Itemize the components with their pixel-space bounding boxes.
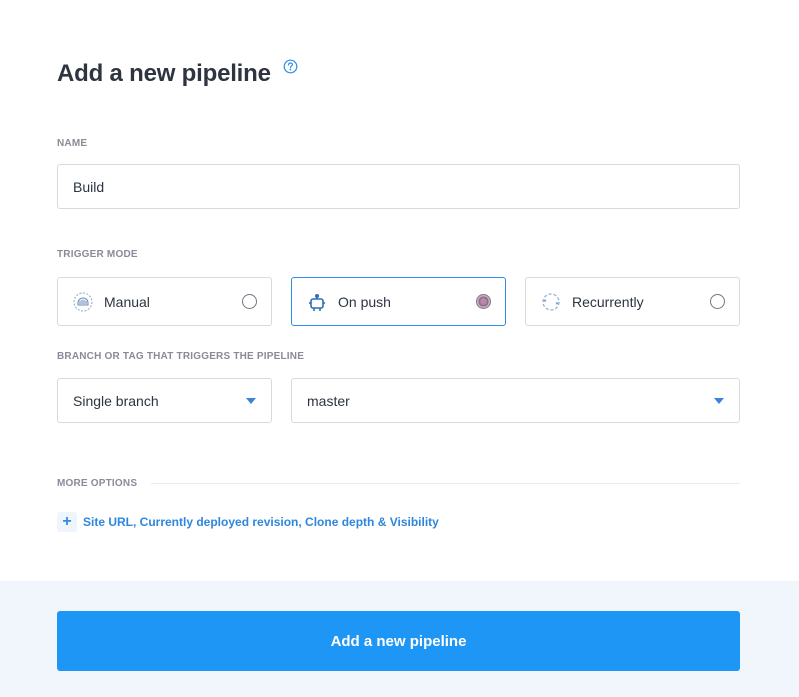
page-title: Add a new pipeline bbox=[57, 60, 271, 87]
trigger-option-manual[interactable]: Manual bbox=[57, 277, 272, 326]
branch-mode-select[interactable]: Single branch bbox=[57, 378, 272, 423]
more-options-label: MORE OPTIONS bbox=[57, 478, 138, 489]
name-label: NAME bbox=[57, 138, 88, 149]
branch-label: BRANCH OR TAG THAT TRIGGERS THE PIPELINE bbox=[57, 351, 305, 362]
more-options-toggle[interactable]: + Site URL, Currently deployed revision,… bbox=[57, 512, 439, 532]
add-pipeline-page: Add a new pipeline NAME TRIGGER MODE Man… bbox=[0, 0, 799, 697]
question-circle-icon[interactable] bbox=[283, 59, 298, 74]
radio-button-selected[interactable] bbox=[476, 294, 491, 309]
recurring-cycle-icon bbox=[540, 291, 562, 313]
divider bbox=[151, 483, 740, 484]
trigger-option-label: Manual bbox=[104, 293, 150, 310]
trigger-option-recurrently[interactable]: Recurrently bbox=[525, 277, 740, 326]
branch-name-select[interactable]: master bbox=[291, 378, 740, 423]
branch-mode-value: Single branch bbox=[73, 392, 159, 409]
trigger-mode-label: TRIGGER MODE bbox=[57, 249, 138, 260]
more-options-header: MORE OPTIONS bbox=[57, 478, 740, 489]
pipeline-name-input[interactable] bbox=[57, 164, 740, 209]
radio-button[interactable] bbox=[710, 294, 725, 309]
radio-button[interactable] bbox=[242, 294, 257, 309]
robot-push-icon bbox=[306, 291, 328, 313]
trigger-option-on-push[interactable]: On push bbox=[291, 277, 506, 326]
manual-hand-icon bbox=[72, 291, 94, 313]
add-pipeline-button[interactable]: Add a new pipeline bbox=[57, 611, 740, 671]
page-header: Add a new pipeline bbox=[57, 58, 298, 90]
trigger-option-label: Recurrently bbox=[572, 293, 644, 310]
branch-name-value: master bbox=[307, 392, 350, 409]
more-options-link[interactable]: Site URL, Currently deployed revision, C… bbox=[83, 515, 439, 529]
chevron-down-icon bbox=[246, 397, 256, 404]
chevron-down-icon bbox=[714, 397, 724, 404]
plus-icon: + bbox=[57, 512, 77, 532]
trigger-option-label: On push bbox=[338, 293, 391, 310]
